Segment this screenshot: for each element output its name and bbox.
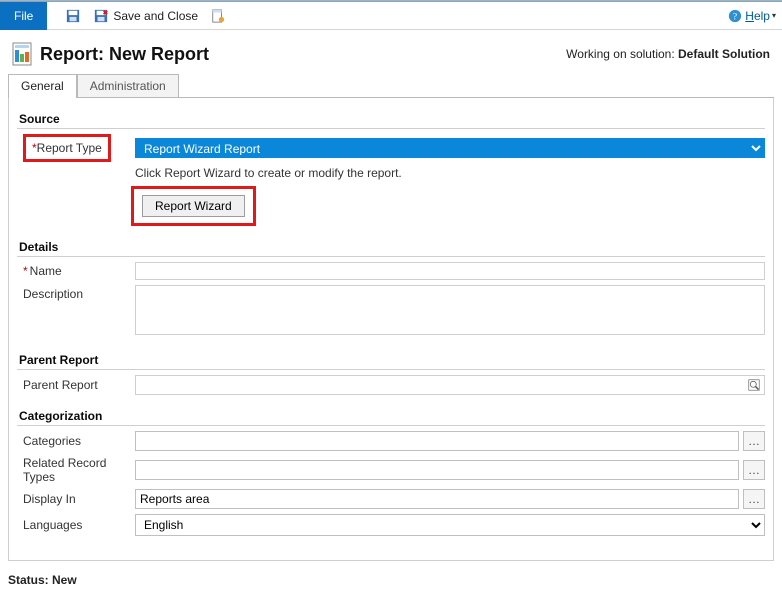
tab-general-label: General	[21, 79, 64, 93]
name-label: Name	[30, 264, 62, 278]
help-icon: ?	[727, 8, 743, 24]
display-in-input[interactable]	[135, 489, 739, 509]
description-input[interactable]	[135, 285, 765, 335]
categories-picker-button[interactable]: …	[743, 431, 765, 451]
solution-context: Working on solution: Default Solution	[566, 47, 770, 61]
actions-button[interactable]	[206, 6, 230, 26]
ellipsis-icon: …	[748, 434, 760, 448]
report-wizard-button-label: Report Wizard	[155, 199, 232, 213]
report-type-label: Report Type	[37, 141, 102, 155]
parent-report-lookup[interactable]	[135, 375, 765, 395]
required-indicator: *	[23, 264, 28, 278]
tab-strip: General Administration	[8, 74, 774, 97]
status-bar: Status: New	[0, 569, 782, 591]
tab-general[interactable]: General	[8, 74, 77, 97]
form-body: Source *Report Type Report Wizard Report…	[8, 98, 774, 561]
svg-text:?: ?	[733, 11, 737, 22]
chevron-down-icon: ▾	[772, 11, 776, 20]
categories-input[interactable]	[135, 431, 739, 451]
report-type-select[interactable]: Report Wizard Report	[135, 138, 765, 158]
file-menu-label: File	[14, 9, 33, 23]
display-in-label: Display In	[23, 492, 76, 506]
name-input[interactable]	[135, 262, 765, 280]
parent-report-label: Parent Report	[23, 378, 98, 392]
tab-administration[interactable]: Administration	[77, 74, 179, 97]
section-categorization: Categorization	[17, 405, 765, 426]
help-menu[interactable]: ? Help ▾	[727, 8, 776, 24]
report-wizard-button[interactable]: Report Wizard	[142, 195, 245, 217]
report-entity-icon	[12, 42, 32, 66]
highlight-report-wizard-button: Report Wizard	[131, 186, 256, 226]
section-parent-report: Parent Report	[17, 349, 765, 370]
save-icon	[65, 8, 81, 24]
page-title: Report: New Report	[40, 44, 209, 65]
save-close-icon	[93, 8, 109, 24]
related-record-types-input[interactable]	[135, 460, 739, 480]
ellipsis-icon: …	[748, 463, 760, 477]
report-type-hint: Click Report Wizard to create or modify …	[135, 166, 765, 180]
languages-label: Languages	[23, 518, 82, 532]
lookup-icon	[746, 377, 762, 393]
section-details: Details	[17, 236, 765, 257]
save-close-label: Save and Close	[113, 9, 198, 23]
file-menu-button[interactable]: File	[0, 2, 47, 30]
command-bar: File Save and Close ? Help ▾	[0, 2, 782, 30]
save-button[interactable]	[61, 6, 85, 26]
ellipsis-icon: …	[748, 492, 760, 506]
highlight-report-type-label: *Report Type	[23, 134, 111, 162]
display-in-picker-button[interactable]: …	[743, 489, 765, 509]
status-label: Status:	[8, 573, 49, 587]
header: Report: New Report Working on solution: …	[0, 30, 782, 74]
page-icon	[210, 8, 226, 24]
tab-administration-label: Administration	[90, 79, 166, 93]
help-label: Help	[745, 9, 770, 23]
save-and-close-button[interactable]: Save and Close	[89, 6, 202, 26]
related-record-types-label: Related Record Types	[23, 456, 135, 484]
status-value: New	[52, 573, 77, 587]
categories-label: Categories	[23, 434, 81, 448]
languages-select[interactable]: English	[135, 514, 765, 536]
description-label: Description	[23, 287, 83, 301]
related-record-types-picker-button[interactable]: …	[743, 460, 765, 480]
section-source: Source	[17, 108, 765, 129]
